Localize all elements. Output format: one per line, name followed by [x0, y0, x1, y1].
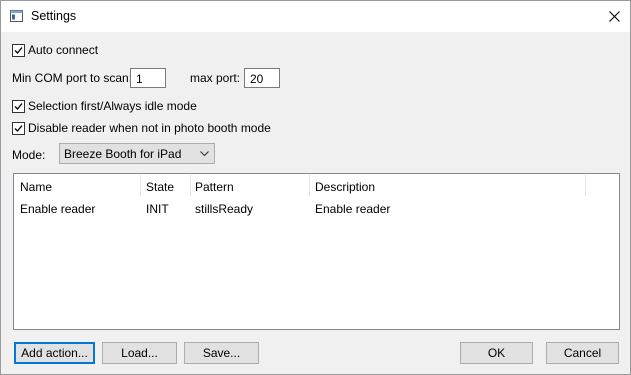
- ok-button[interactable]: OK: [460, 342, 533, 364]
- mode-label: Mode:: [12, 148, 46, 162]
- max-port-input[interactable]: 20: [244, 68, 280, 88]
- selection-first-checkbox[interactable]: Selection first/Always idle mode: [12, 99, 197, 115]
- auto-connect-label: Auto connect: [28, 43, 99, 57]
- list-header: Name State Pattern Description: [14, 174, 619, 198]
- column-header-description[interactable]: Description: [315, 180, 375, 194]
- checkmark-icon: [14, 47, 23, 54]
- mode-dropdown[interactable]: Breeze Booth for iPad: [59, 143, 215, 164]
- column-divider[interactable]: [190, 175, 191, 196]
- cell-name: Enable reader: [20, 202, 96, 216]
- column-divider[interactable]: [140, 175, 141, 196]
- settings-dialog: Settings Auto connect Min COM port to sc…: [0, 0, 631, 375]
- auto-connect-checkbox[interactable]: Auto connect: [12, 43, 112, 59]
- min-com-port-input[interactable]: 1: [130, 68, 166, 88]
- window-title: Settings: [31, 9, 77, 23]
- column-header-pattern[interactable]: Pattern: [195, 180, 234, 194]
- mode-selected-value: Breeze Booth for iPad: [64, 147, 182, 161]
- checkmark-icon: [14, 125, 23, 132]
- selection-first-label: Selection first/Always idle mode: [28, 99, 197, 113]
- cell-pattern: stillsReady: [195, 202, 254, 216]
- cancel-button[interactable]: Cancel: [546, 342, 619, 364]
- min-com-port-value: 1: [136, 72, 143, 86]
- title-bar: Settings: [1, 1, 630, 32]
- checkbox-box[interactable]: [12, 44, 25, 57]
- disable-reader-checkbox[interactable]: Disable reader when not in photo booth m…: [12, 121, 271, 137]
- column-divider[interactable]: [585, 175, 586, 196]
- add-action-button[interactable]: Add action...: [14, 342, 95, 364]
- cell-state: INIT: [146, 202, 169, 216]
- column-header-name[interactable]: Name: [20, 180, 52, 194]
- chevron-down-icon: [200, 151, 209, 157]
- max-port-value: 20: [250, 72, 264, 86]
- checkbox-box[interactable]: [12, 122, 25, 135]
- table-row[interactable]: Enable reader INIT stillsReady Enable re…: [14, 200, 619, 217]
- actions-list[interactable]: Name State Pattern Description Enable re…: [13, 173, 620, 330]
- app-icon: [10, 10, 23, 22]
- checkbox-box[interactable]: [12, 100, 25, 113]
- column-header-state[interactable]: State: [146, 180, 174, 194]
- save-button[interactable]: Save...: [184, 342, 259, 364]
- max-port-label: max port:: [190, 71, 241, 85]
- checkmark-icon: [14, 103, 23, 110]
- column-divider[interactable]: [309, 175, 310, 196]
- cell-description: Enable reader: [315, 202, 391, 216]
- close-icon: [609, 11, 620, 22]
- close-button[interactable]: [600, 1, 630, 32]
- min-com-port-label: Min COM port to scan:: [12, 71, 133, 85]
- load-button[interactable]: Load...: [102, 342, 177, 364]
- disable-reader-label: Disable reader when not in photo booth m…: [28, 121, 271, 135]
